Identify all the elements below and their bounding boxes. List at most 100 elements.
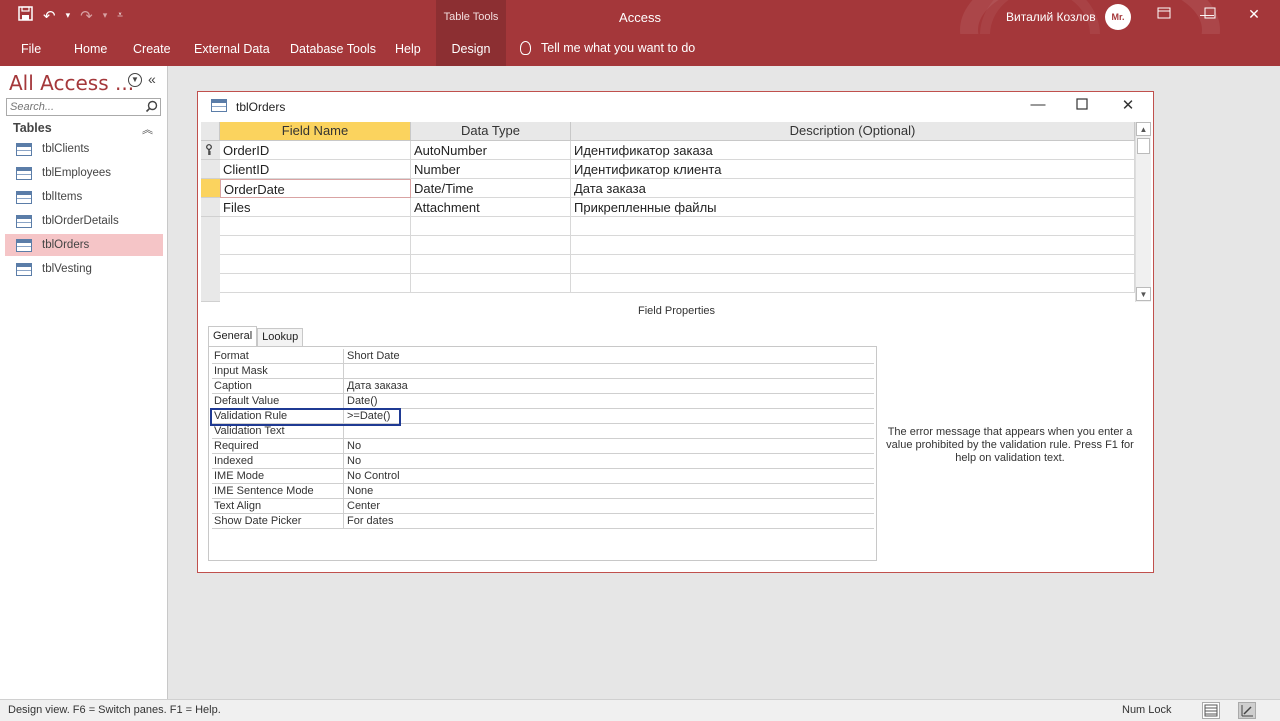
save-icon[interactable] <box>18 6 33 25</box>
row-selector[interactable] <box>201 141 220 160</box>
tab-external-data[interactable]: External Data <box>194 42 270 56</box>
row-selector[interactable] <box>201 198 220 217</box>
tab-database-tools[interactable]: Database Tools <box>290 42 376 56</box>
field-name-cell[interactable]: OrderID <box>220 141 411 160</box>
field-name-cell[interactable]: Files <box>220 198 411 217</box>
undo-dropdown-icon[interactable]: ▾ <box>66 10 71 21</box>
nav-item-tblemployees[interactable]: tblEmployees <box>5 162 163 184</box>
scroll-down-icon[interactable]: ▼ <box>1136 287 1151 301</box>
property-row-ime-sentence-mode[interactable]: IME Sentence Mode None <box>212 484 874 499</box>
property-row-validation-text[interactable]: Validation Text <box>212 424 874 439</box>
tab-lookup[interactable]: Lookup <box>257 328 304 346</box>
empty-cell[interactable] <box>220 255 411 274</box>
empty-cell[interactable] <box>411 217 571 236</box>
property-value[interactable]: For dates <box>347 514 872 528</box>
property-row-input-mask[interactable]: Input Mask <box>212 364 874 379</box>
empty-cell[interactable] <box>571 236 1135 255</box>
property-value[interactable]: None <box>347 484 872 498</box>
tab-general[interactable]: General <box>208 326 258 346</box>
search-icon[interactable] <box>145 100 158 113</box>
description-cell[interactable]: Прикрепленные файлы <box>571 198 1135 217</box>
field-name-cell-selected[interactable]: OrderDate <box>220 179 411 198</box>
table-icon <box>16 166 32 180</box>
doc-close-icon[interactable]: ✕ <box>1118 96 1138 114</box>
row-selector-empty[interactable] <box>201 217 220 302</box>
empty-cell[interactable] <box>571 274 1135 293</box>
description-cell[interactable]: Идентификатор клиента <box>571 160 1135 179</box>
data-type-cell[interactable]: AutoNumber <box>411 141 571 160</box>
row-selector-current[interactable] <box>201 179 220 198</box>
tab-home[interactable]: Home <box>74 42 107 56</box>
property-row-show-date-picker[interactable]: Show Date Picker For dates <box>212 514 874 529</box>
tab-design[interactable]: Design <box>436 34 506 66</box>
nav-item-tblorders[interactable]: tblOrders <box>5 234 163 256</box>
avatar[interactable]: Mr. <box>1105 4 1131 30</box>
property-row-text-align[interactable]: Text Align Center <box>212 499 874 514</box>
user-name[interactable]: Виталий Козлов <box>1006 10 1096 24</box>
nav-item-label: tblClients <box>42 143 90 155</box>
property-row-format[interactable]: Format Short Date <box>212 349 874 364</box>
ribbon-display-options-icon[interactable] <box>1154 6 1174 22</box>
column-header-description[interactable]: Description (Optional) <box>571 122 1135 141</box>
data-type-cell[interactable]: Date/Time <box>411 179 571 198</box>
collapse-pane-icon[interactable]: « <box>148 71 156 87</box>
maximize-icon[interactable] <box>1199 6 1219 22</box>
redo-dropdown-icon[interactable]: ▾ <box>103 10 108 21</box>
grid-vertical-scrollbar[interactable]: ▲ ▼ <box>1135 122 1151 302</box>
property-value[interactable]: Center <box>347 499 872 513</box>
nav-pane-title[interactable]: All Access ... <box>9 71 134 95</box>
property-row-caption[interactable]: Caption Дата заказа <box>212 379 874 394</box>
property-value[interactable]: No <box>347 454 872 468</box>
empty-cell[interactable] <box>571 217 1135 236</box>
data-type-cell[interactable]: Attachment <box>411 198 571 217</box>
property-row-default-value[interactable]: Default Value Date() <box>212 394 874 409</box>
empty-cell[interactable] <box>411 236 571 255</box>
nav-menu-dropdown-icon[interactable]: ▼ <box>128 73 142 87</box>
tab-create[interactable]: Create <box>133 42 171 56</box>
tab-help[interactable]: Help <box>395 42 421 56</box>
empty-cell[interactable] <box>220 274 411 293</box>
property-value[interactable]: Short Date <box>347 349 872 363</box>
property-row-indexed[interactable]: Indexed No <box>212 454 874 469</box>
scroll-thumb[interactable] <box>1137 138 1150 154</box>
nav-group-tables[interactable]: Tables <box>13 121 52 135</box>
scroll-up-icon[interactable]: ▲ <box>1136 122 1151 136</box>
property-value[interactable]: >=Date() <box>347 409 872 423</box>
datasheet-view-icon[interactable] <box>1202 702 1220 719</box>
grid-corner[interactable] <box>201 122 220 141</box>
nav-item-label: tblOrderDetails <box>42 215 119 227</box>
customize-toolbar-icon[interactable]: ⩡ <box>117 10 123 21</box>
group-collapse-icon[interactable]: ︽ <box>142 121 153 137</box>
property-value[interactable]: No <box>347 439 872 453</box>
column-header-field-name[interactable]: Field Name <box>220 122 411 141</box>
nav-item-tblitems[interactable]: tblItems <box>5 186 163 208</box>
empty-cell[interactable] <box>220 236 411 255</box>
doc-minimize-icon[interactable]: — <box>1028 96 1048 113</box>
property-value[interactable]: Date() <box>347 394 872 408</box>
data-type-cell[interactable]: Number <box>411 160 571 179</box>
property-row-required[interactable]: Required No <box>212 439 874 454</box>
field-name-cell[interactable]: ClientID <box>220 160 411 179</box>
doc-maximize-icon[interactable] <box>1072 97 1092 114</box>
close-icon[interactable]: ✕ <box>1244 6 1264 23</box>
property-value[interactable]: Дата заказа <box>347 379 872 393</box>
redo-icon[interactable]: ↷ <box>80 7 93 25</box>
design-view-icon[interactable] <box>1238 702 1256 719</box>
nav-item-tblorderdetails[interactable]: tblOrderDetails <box>5 210 163 232</box>
nav-item-tblclients[interactable]: tblClients <box>5 138 163 160</box>
nav-search-input[interactable] <box>7 99 141 115</box>
description-cell[interactable]: Идентификатор заказа <box>571 141 1135 160</box>
tab-file[interactable]: File <box>21 42 41 56</box>
tell-me-search[interactable]: Tell me what you want to do <box>520 41 695 55</box>
empty-cell[interactable] <box>571 255 1135 274</box>
description-cell[interactable]: Дата заказа <box>571 179 1135 198</box>
empty-cell[interactable] <box>411 255 571 274</box>
nav-item-tblvesting[interactable]: tblVesting <box>5 258 163 280</box>
row-selector[interactable] <box>201 160 220 179</box>
empty-cell[interactable] <box>220 217 411 236</box>
property-value[interactable]: No Control <box>347 469 872 483</box>
property-row-ime-mode[interactable]: IME Mode No Control <box>212 469 874 484</box>
empty-cell[interactable] <box>411 274 571 293</box>
column-header-data-type[interactable]: Data Type <box>411 122 571 141</box>
undo-icon[interactable]: ↶ <box>43 7 56 25</box>
